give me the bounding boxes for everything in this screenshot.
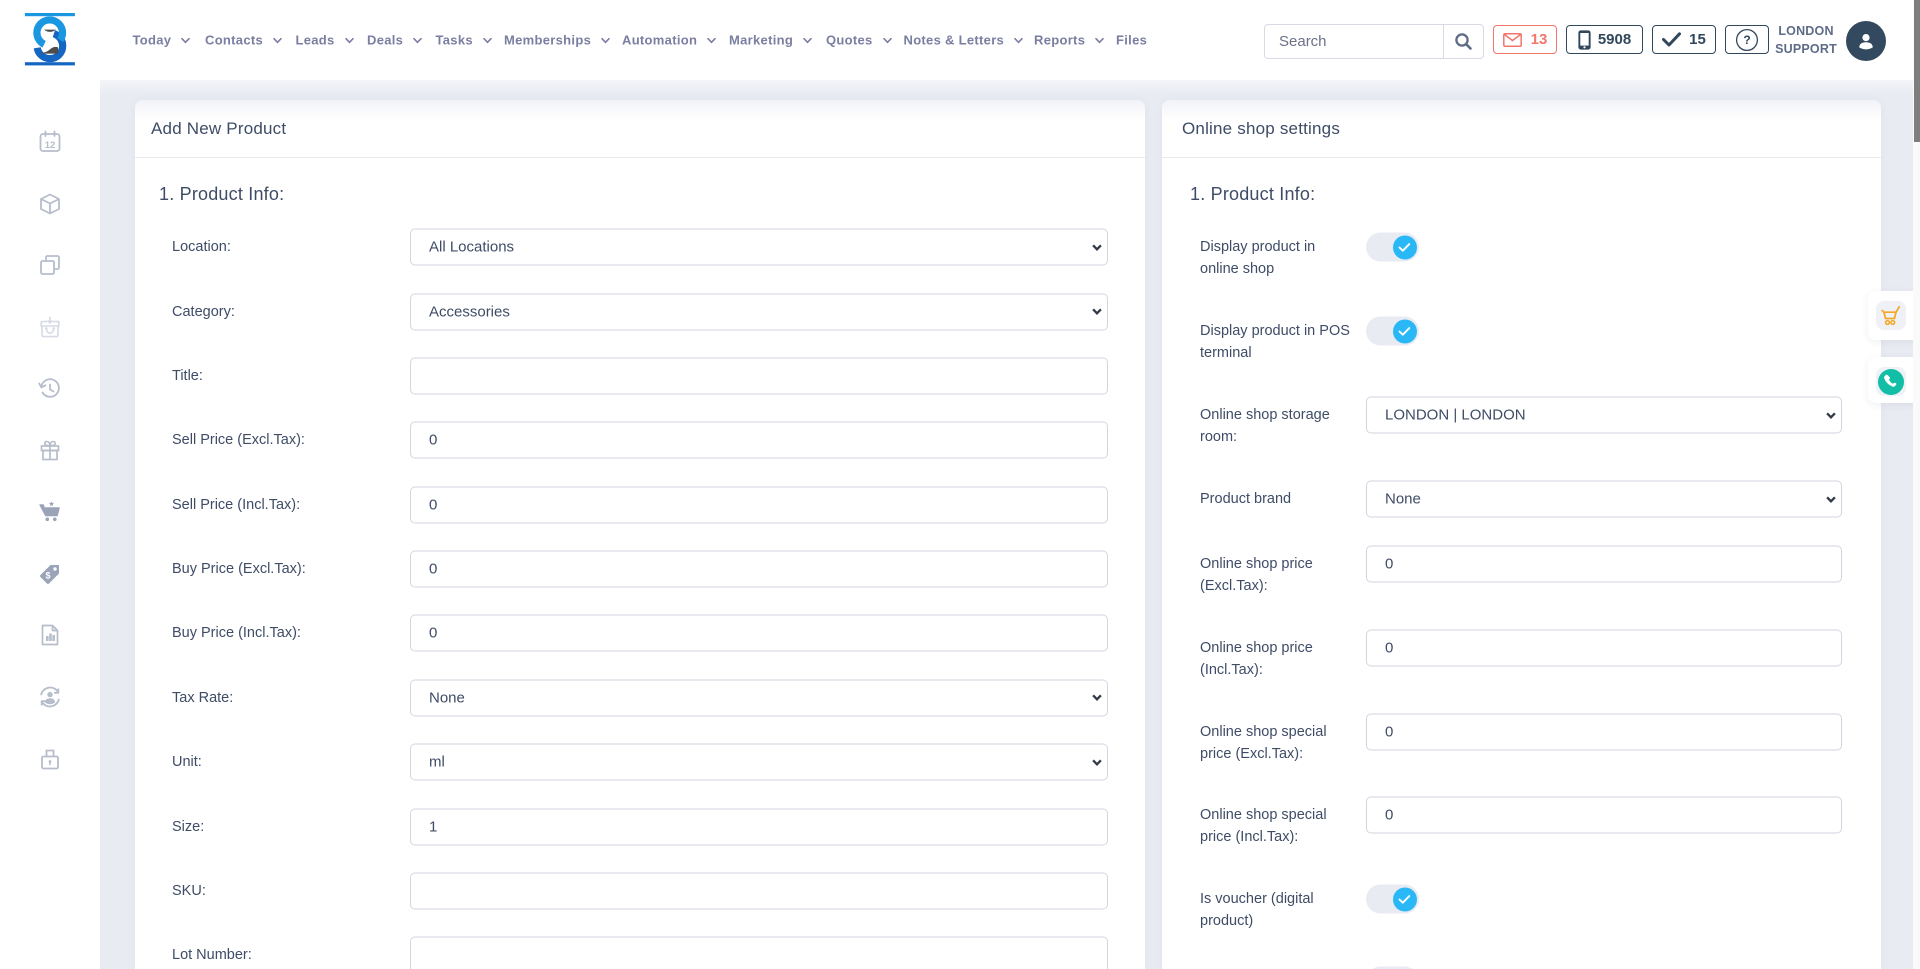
svg-text:$: $ (45, 571, 50, 581)
svg-text:12: 12 (45, 140, 56, 151)
svg-text:?: ? (1743, 33, 1750, 47)
